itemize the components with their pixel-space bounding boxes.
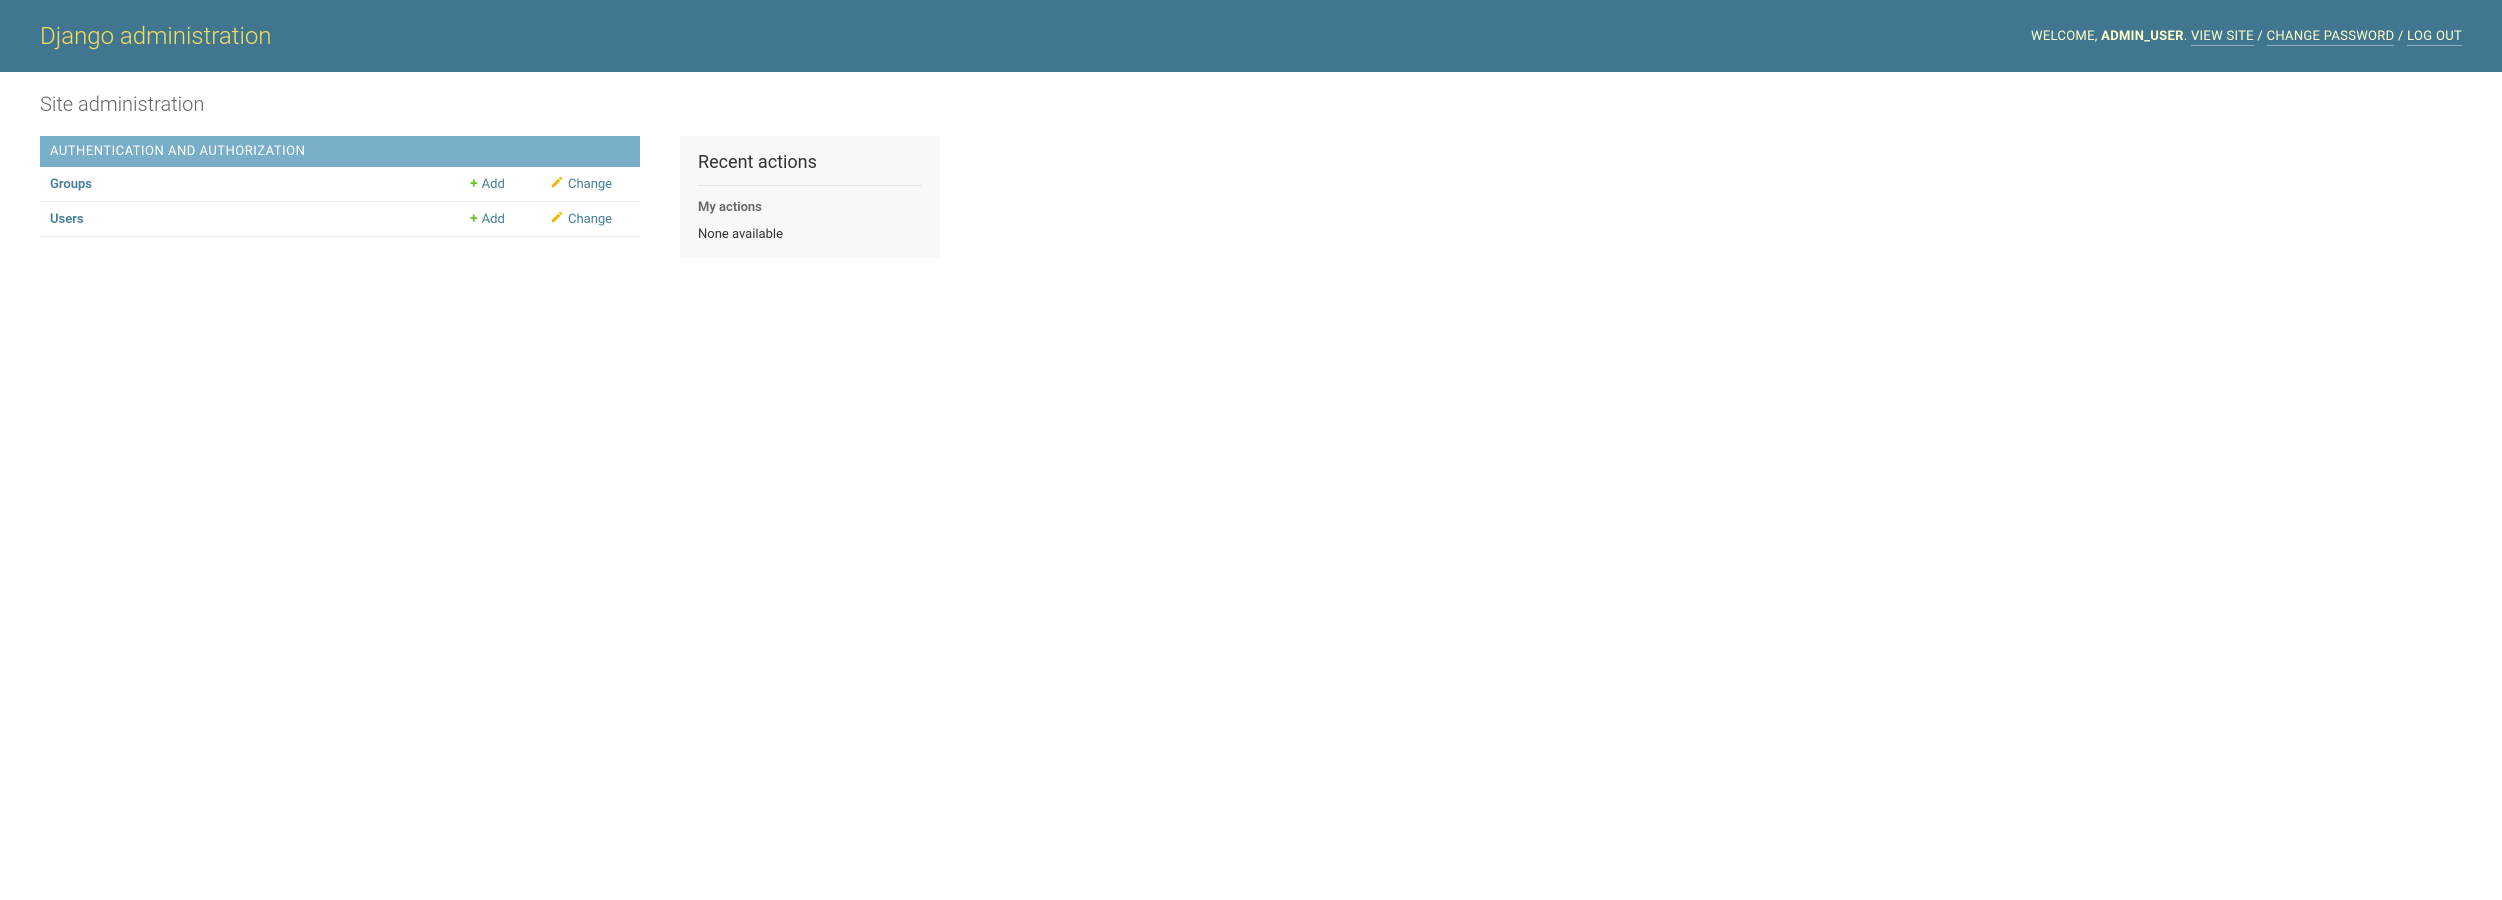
pencil-icon <box>550 175 564 193</box>
model-change-cell: Change <box>540 202 640 237</box>
change-users-link[interactable]: Change <box>550 210 612 228</box>
site-title: Django administration <box>40 22 272 50</box>
add-label: Add <box>482 212 505 227</box>
model-name-cell: Users <box>40 202 460 237</box>
view-site-link[interactable]: VIEW SITE <box>2191 29 2254 46</box>
recent-actions-empty: None available <box>698 227 922 242</box>
recent-actions-title: Recent actions <box>698 152 922 186</box>
welcome-label: WELCOME, <box>2031 29 2098 44</box>
app-module-auth: Authentication and Authorization Groups … <box>40 136 640 237</box>
logout-link[interactable]: LOG OUT <box>2407 29 2462 46</box>
add-groups-link[interactable]: + Add <box>470 176 505 192</box>
pencil-icon <box>550 210 564 228</box>
username: ADMIN_USER <box>2101 29 2184 44</box>
separator: / <box>2394 29 2407 44</box>
add-users-link[interactable]: + Add <box>470 211 505 227</box>
change-label: Change <box>568 177 612 192</box>
separator: / <box>2254 29 2267 44</box>
model-add-cell: + Add <box>460 167 540 202</box>
change-label: Change <box>568 212 612 227</box>
change-groups-link[interactable]: Change <box>550 175 612 193</box>
content: Site administration Authentication and A… <box>0 72 2502 156</box>
model-add-cell: + Add <box>460 202 540 237</box>
model-row-users: Users + Add <box>40 202 640 237</box>
app-caption-link[interactable]: Authentication and Authorization <box>50 144 305 159</box>
model-groups-link[interactable]: Groups <box>50 177 92 192</box>
recent-actions-module: Recent actions My actions None available <box>680 136 940 258</box>
model-row-groups: Groups + Add <box>40 167 640 202</box>
add-label: Add <box>482 177 505 192</box>
user-tools: WELCOME, ADMIN_USER. VIEW SITE / CHANGE … <box>2031 29 2462 44</box>
site-title-link[interactable]: Django administration <box>40 22 272 50</box>
app-table: Authentication and Authorization Groups … <box>40 136 640 237</box>
plus-icon: + <box>470 176 478 192</box>
header: Django administration WELCOME, ADMIN_USE… <box>0 0 2502 72</box>
page-title: Site administration <box>40 92 2462 116</box>
separator-period: . <box>2184 29 2191 44</box>
model-users-link[interactable]: Users <box>50 212 84 227</box>
app-caption: Authentication and Authorization <box>40 136 640 167</box>
plus-icon: + <box>470 211 478 227</box>
model-name-cell: Groups <box>40 167 460 202</box>
content-main: Authentication and Authorization Groups … <box>40 136 640 257</box>
branding: Django administration <box>40 22 272 50</box>
recent-actions-subtitle: My actions <box>698 200 922 215</box>
change-password-link[interactable]: CHANGE PASSWORD <box>2267 29 2395 46</box>
content-related: Recent actions My actions None available <box>680 136 940 278</box>
model-change-cell: Change <box>540 167 640 202</box>
